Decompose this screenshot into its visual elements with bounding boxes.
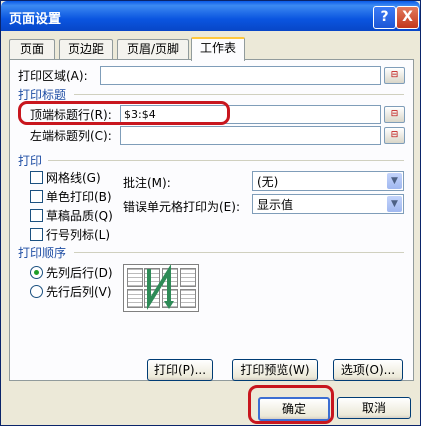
print-section: 打印 (18, 154, 43, 168)
print-area-input[interactable] (100, 66, 381, 85)
print-preview-button[interactable]: 打印预览(W) (232, 359, 318, 381)
cancel-button[interactable]: 取消 (337, 397, 411, 419)
down-then-over-label: 先列后行(D) (46, 266, 113, 280)
divider (74, 94, 404, 95)
divider (48, 160, 404, 161)
page-setup-dialog: 页面设置 ? X 页面 页边距 页眉/页脚 工作表 打印区域(A): ⊟ 打印标… (0, 0, 421, 426)
chevron-down-icon[interactable]: ▼ (387, 173, 402, 189)
over-then-down-label: 先行后列(V) (46, 285, 112, 299)
print-area-label: 打印区域(A): (18, 69, 88, 83)
print-area-collapse-icon[interactable]: ⊟ (384, 67, 405, 84)
order-section: 打印顺序 (18, 246, 67, 260)
draft-label: 草稿品质(Q) (46, 209, 113, 223)
options-button[interactable]: 选项(O)... (333, 359, 403, 381)
headings-checkbox[interactable] (30, 228, 43, 241)
errors-value: 显示值 (257, 198, 294, 212)
close-button[interactable]: X (396, 6, 419, 29)
tab-header-footer[interactable]: 页眉/页脚 (117, 39, 189, 59)
headings-label: 行号列标(L) (46, 228, 111, 242)
cols-to-repeat-input[interactable] (120, 126, 381, 145)
errors-select[interactable]: 显示值 ▼ (252, 194, 404, 214)
order-arrow-icon (147, 265, 174, 310)
mono-checkbox[interactable] (30, 190, 43, 203)
errors-label: 错误单元格打印为(E): (123, 200, 240, 214)
annotation-highlight-rows (18, 101, 230, 125)
comments-value: (无) (257, 175, 279, 189)
rows-collapse-icon[interactable]: ⊟ (384, 106, 405, 123)
tab-page[interactable]: 页面 (9, 39, 55, 59)
help-button[interactable]: ? (373, 6, 396, 29)
gridlines-label: 网格线(G) (46, 171, 101, 185)
down-then-over-radio[interactable] (30, 266, 43, 279)
over-then-down-radio[interactable] (30, 285, 43, 298)
comments-label: 批注(M): (123, 176, 171, 190)
comments-select[interactable]: (无) ▼ (252, 171, 404, 191)
mono-label: 单色打印(B) (46, 190, 112, 204)
gridlines-checkbox[interactable] (30, 171, 43, 184)
chevron-down-icon[interactable]: ▼ (387, 196, 402, 212)
cols-to-repeat-label: 左端标题列(C): (30, 129, 112, 143)
tab-sheet[interactable]: 工作表 (191, 37, 245, 61)
cols-collapse-icon[interactable]: ⊟ (384, 127, 405, 144)
annotation-highlight-ok (248, 385, 334, 424)
print-button[interactable]: 打印(P)... (147, 359, 213, 381)
print-order-preview (123, 264, 199, 312)
title-bar[interactable]: 页面设置 ? X (1, 1, 420, 31)
divider (74, 252, 404, 253)
dialog-title: 页面设置 (9, 12, 62, 27)
draft-checkbox[interactable] (30, 209, 43, 222)
tab-margins[interactable]: 页边距 (59, 39, 113, 59)
